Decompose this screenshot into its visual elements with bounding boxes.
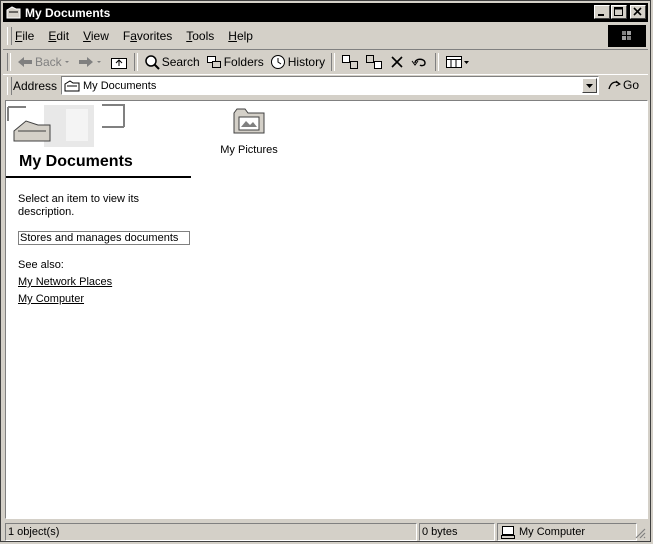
- search-icon: [144, 55, 160, 70]
- move-to-button[interactable]: [338, 52, 362, 72]
- close-icon: [633, 7, 642, 16]
- maximize-icon: [614, 7, 623, 16]
- my-pictures-folder-icon: [233, 108, 265, 134]
- undo-icon: [411, 58, 426, 67]
- window-title: My Documents: [25, 5, 111, 20]
- menu-file[interactable]: File: [15, 29, 34, 43]
- search-button[interactable]: Search: [141, 52, 203, 72]
- chevron-down-icon: [586, 84, 593, 88]
- address-label: Address: [13, 79, 58, 93]
- minimize-button[interactable]: [594, 5, 610, 19]
- forward-button[interactable]: [75, 52, 107, 72]
- move-to-icon: [342, 55, 359, 69]
- maximize-button[interactable]: [611, 5, 627, 19]
- address-input[interactable]: My Documents: [61, 76, 599, 95]
- undo-button[interactable]: [408, 52, 432, 72]
- link-my-computer[interactable]: My Computer: [18, 293, 84, 305]
- pane-description: Select an item to view its description.: [18, 193, 140, 218]
- go-button[interactable]: Go: [607, 78, 639, 92]
- item-label: My Pictures: [220, 144, 278, 156]
- chevron-down-icon[interactable]: [62, 55, 72, 69]
- status-zone: My Computer: [497, 523, 637, 541]
- folders-button[interactable]: Folders: [203, 52, 267, 72]
- see-also-label: See also:: [18, 259, 64, 271]
- toolbar-grip[interactable]: [7, 53, 11, 71]
- menu-bar: File Edit View Favorites Tools Help: [3, 25, 648, 47]
- history-icon: [270, 55, 285, 69]
- delete-x-icon: [391, 56, 403, 68]
- delete-button[interactable]: [386, 52, 408, 72]
- folder-view[interactable]: My Documents Select an item to view its …: [5, 100, 648, 519]
- title-divider: [6, 176, 191, 178]
- status-size: 0 bytes: [419, 523, 495, 541]
- folder-icon: [64, 79, 80, 91]
- history-button[interactable]: History: [267, 52, 328, 72]
- menu-grip[interactable]: [7, 27, 12, 45]
- address-bar: Address My Documents Go: [3, 75, 648, 97]
- address-dropdown-button[interactable]: [582, 78, 597, 93]
- status-object-count: 1 object(s): [5, 523, 417, 541]
- up-folder-button[interactable]: [107, 52, 131, 72]
- menu-tools[interactable]: Tools: [186, 29, 214, 43]
- address-grip[interactable]: [7, 77, 12, 95]
- info-box: Stores and manages documents: [18, 231, 190, 245]
- status-bar: 1 object(s) 0 bytes My Computer: [3, 521, 648, 541]
- chevron-down-icon[interactable]: [463, 55, 471, 69]
- standard-toolbar: Back Search Folders History: [3, 49, 648, 75]
- up-folder-icon: [110, 58, 127, 69]
- chevron-down-icon[interactable]: [94, 55, 104, 69]
- menu-help[interactable]: Help: [228, 29, 253, 43]
- menu-favorites[interactable]: Favorites: [123, 29, 172, 43]
- go-arrow-icon: [608, 80, 621, 90]
- my-computer-icon: [501, 526, 515, 539]
- title-bar[interactable]: My Documents: [3, 3, 648, 22]
- link-my-network-places[interactable]: My Network Places: [18, 276, 112, 288]
- forward-arrow-icon: [78, 57, 93, 67]
- menu-edit[interactable]: Edit: [48, 29, 69, 43]
- explorer-window: My Documents File Edit View Favorites To…: [0, 0, 651, 542]
- close-button[interactable]: [630, 5, 646, 19]
- resize-grip-icon[interactable]: [634, 527, 646, 539]
- menu-view[interactable]: View: [83, 29, 109, 43]
- web-view-pane: My Documents Select an item to view its …: [6, 101, 196, 518]
- address-value: My Documents: [83, 79, 157, 92]
- list-item[interactable]: My Pictures: [211, 105, 287, 156]
- windows-flag-icon: [622, 31, 631, 40]
- folder-banner-graphic: [6, 101, 126, 149]
- copy-to-button[interactable]: [362, 52, 386, 72]
- copy-to-icon: [366, 55, 383, 69]
- pane-title: My Documents: [19, 153, 133, 170]
- folders-icon: [206, 56, 221, 68]
- minimize-icon: [598, 14, 604, 16]
- views-icon: [446, 56, 463, 68]
- back-arrow-icon: [18, 57, 32, 67]
- windows-logo: [608, 25, 646, 47]
- back-button[interactable]: Back: [14, 52, 75, 72]
- views-button[interactable]: [442, 52, 474, 72]
- folder-icon: [6, 5, 21, 18]
